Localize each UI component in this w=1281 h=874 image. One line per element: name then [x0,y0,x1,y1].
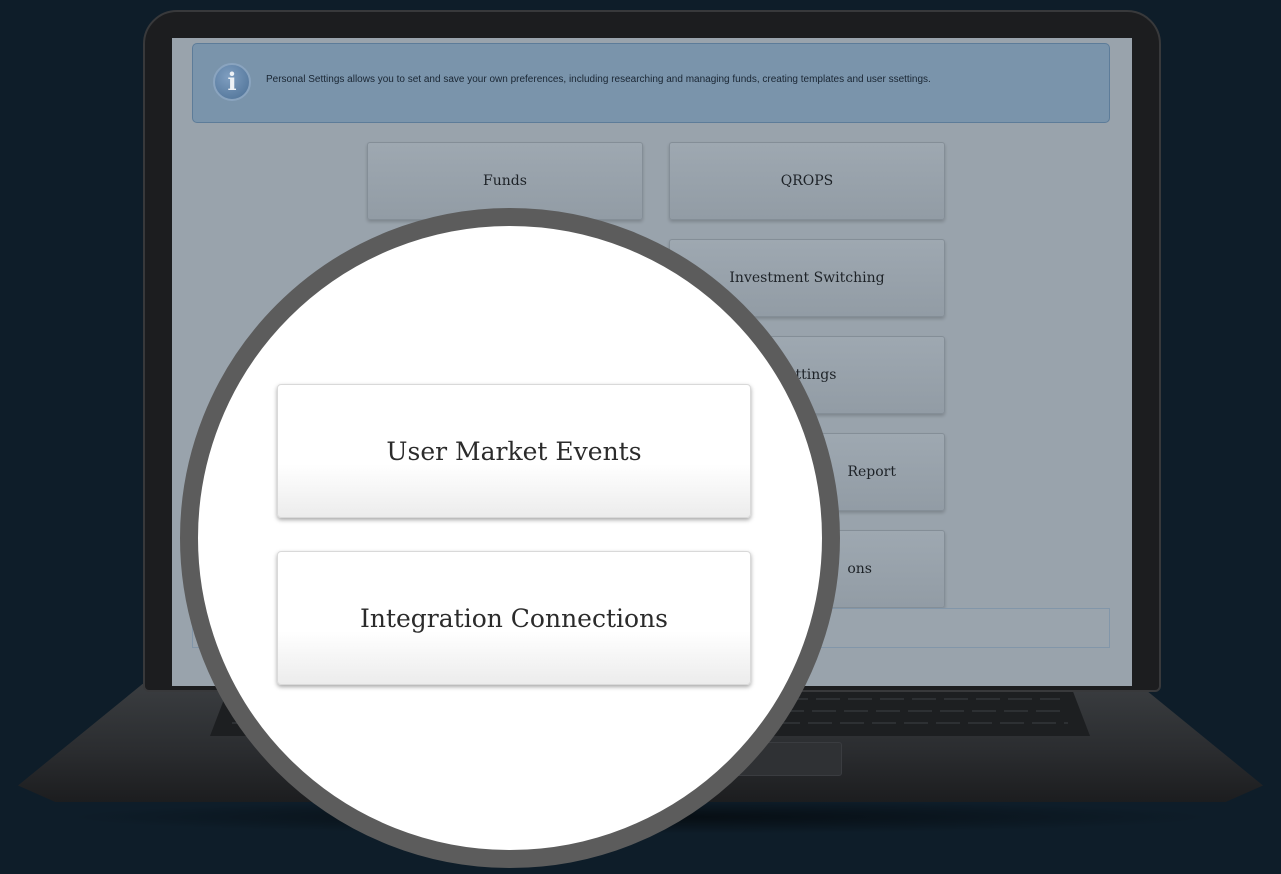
info-icon: i [213,63,251,101]
user-market-events-button[interactable]: User Market Events [277,384,751,518]
investment-switching-button-label: Investment Switching [729,270,885,286]
qrops-button-label: QROPS [780,173,834,189]
integration-connections-label: Integration Connections [359,603,669,633]
magnifier-lens: User Market Events Integration Connectio… [180,208,840,868]
funds-button-label: Funds [483,173,527,189]
info-banner: i Personal Settings allows you to set an… [192,43,1110,123]
qrops-button[interactable]: QROPS [669,142,945,220]
user-market-events-label: User Market Events [386,436,642,466]
integration-connections-button[interactable]: Integration Connections [277,551,751,685]
report-button-label: Report [847,464,896,480]
connections-button-label: ons [847,561,872,577]
info-banner-text: Personal Settings allows you to set and … [266,74,931,85]
